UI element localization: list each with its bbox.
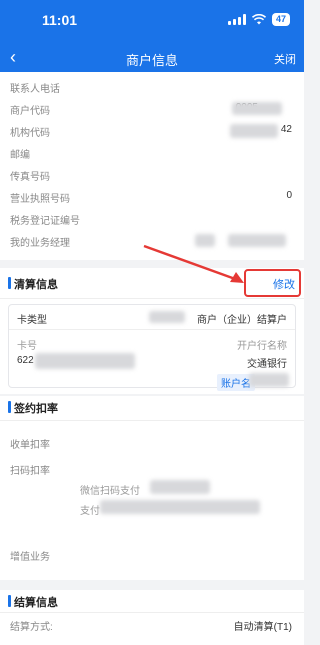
info-label: 商户代码 — [10, 106, 50, 117]
info-row: 传真号码 — [10, 168, 294, 183]
sign-rate-panel: 签约扣率 收单扣率 扫码扣率 微信扫码支付 支付 增值业务 — [0, 396, 304, 580]
info-label: 我的业务经理 — [10, 238, 70, 249]
receipt-rate-label: 收单扣率 — [10, 440, 50, 451]
divider — [0, 298, 304, 299]
modify-button[interactable]: 修改 — [273, 276, 295, 292]
status-icons: 47 — [227, 13, 290, 26]
redacted-value — [150, 480, 210, 494]
scan-rate-row: 扫码扣率 — [10, 462, 294, 477]
info-label: 邮编 — [10, 150, 30, 161]
nav-bar: ‹ 商户信息 关闭 — [0, 44, 304, 72]
redacted-value — [100, 500, 260, 514]
info-row: 营业执照号码 0 — [10, 190, 294, 205]
status-time: 11:01 — [42, 12, 78, 28]
redacted-value — [230, 124, 278, 138]
card-no-label: 卡号 — [17, 341, 37, 352]
section-marker — [8, 401, 11, 413]
info-row: 税务登记证编号 — [10, 212, 294, 227]
info-value: 0 — [286, 190, 292, 201]
info-row: 联系人电话 — [10, 80, 294, 95]
bank-name-value: 交通银行 — [247, 359, 287, 370]
card-no-value: 622 — [17, 355, 34, 366]
value-added-label: 增值业务 — [10, 552, 50, 563]
close-button[interactable]: 关闭 — [274, 51, 296, 67]
bank-name-label: 开户行名称 — [237, 341, 287, 352]
info-row: 邮编 — [10, 146, 294, 161]
card-type-label: 卡类型 — [17, 315, 47, 326]
annotation-arrow-icon — [143, 244, 244, 283]
settle-method-value: 自动清算(T1) — [233, 622, 292, 633]
settlement-title: 清算信息 — [14, 279, 58, 291]
wechat-pay-label: 微信扫码支付 — [80, 486, 140, 497]
wifi-icon — [251, 14, 266, 25]
status-bar: 11:01 47 — [0, 0, 304, 44]
redacted-value — [35, 353, 135, 369]
divider — [0, 612, 304, 613]
battery-icon: 47 — [271, 13, 290, 26]
bank-card: 卡类型 商户（企业）结算户 卡号 开户行名称 622 交通银行 账户名 — [8, 304, 296, 391]
redacted-value — [149, 311, 185, 323]
signal-icon — [227, 14, 246, 25]
page-title: 商户信息 — [125, 53, 178, 68]
merchant-info-panel: 联系人电话 商户代码 0005 机构代码 42 邮编 传真号码 营业执照号码 0… — [0, 72, 304, 260]
redacted-value — [249, 373, 289, 387]
divider — [0, 420, 304, 421]
info-label: 传真号码 — [10, 172, 50, 183]
receipt-rate-row: 收单扣率 — [10, 436, 294, 451]
settle-method-row: 结算方式: 自动清算(T1) — [10, 618, 294, 633]
info-label: 营业执照号码 — [10, 194, 70, 205]
section-marker — [8, 595, 11, 607]
value-added-row: 增值业务 — [10, 548, 294, 563]
info-label: 联系人电话 — [10, 84, 60, 95]
settle-info-header: 结算信息 — [0, 590, 304, 612]
info-label: 机构代码 — [10, 128, 50, 139]
sign-rate-header: 签约扣率 — [0, 396, 304, 418]
settle-info-panel: 结算信息 结算方式: 自动清算(T1) — [0, 590, 304, 645]
scan-rate-label: 扫码扣率 — [10, 466, 50, 477]
card-type-value: 商户（企业）结算户 — [197, 315, 287, 326]
info-label: 税务登记证编号 — [10, 216, 80, 227]
sign-rate-title: 签约扣率 — [14, 403, 58, 415]
divider — [9, 329, 295, 330]
settle-info-title: 结算信息 — [14, 597, 58, 609]
settle-method-label: 结算方式: — [10, 622, 53, 633]
info-value: 42 — [280, 124, 292, 135]
redacted-value — [232, 102, 282, 115]
section-marker — [8, 277, 11, 289]
alipay-label: 支付 — [80, 506, 100, 517]
